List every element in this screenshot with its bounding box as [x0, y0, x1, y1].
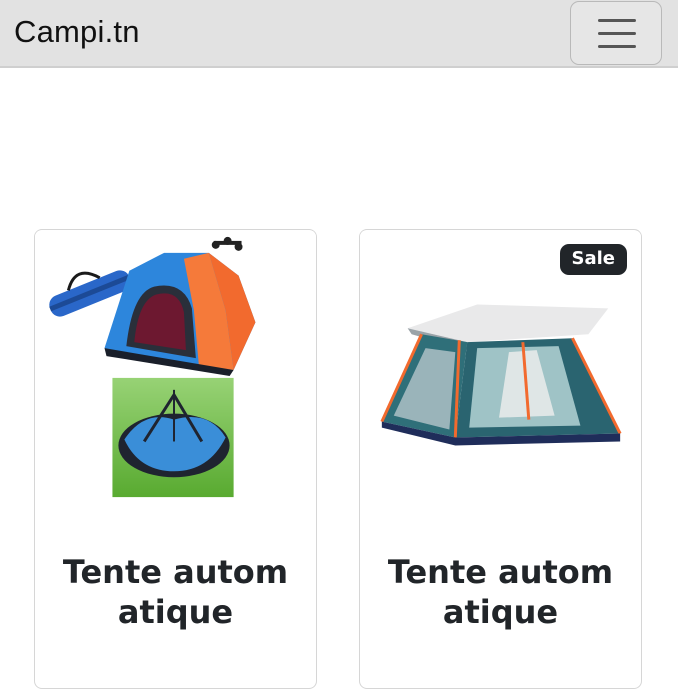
- product-card[interactable]: Tente automatique: [34, 229, 317, 689]
- navbar: Campi.tn: [0, 0, 678, 68]
- sale-badge: Sale: [559, 244, 627, 275]
- product-title[interactable]: Tente automatique: [360, 552, 641, 632]
- brand-logo[interactable]: Campi.tn: [14, 14, 140, 50]
- product-title[interactable]: Tente automatique: [35, 552, 316, 632]
- navbar-toggler-button[interactable]: [570, 1, 662, 65]
- product-image[interactable]: [35, 230, 316, 506]
- product-card[interactable]: Sale Tente automatique: [359, 229, 642, 689]
